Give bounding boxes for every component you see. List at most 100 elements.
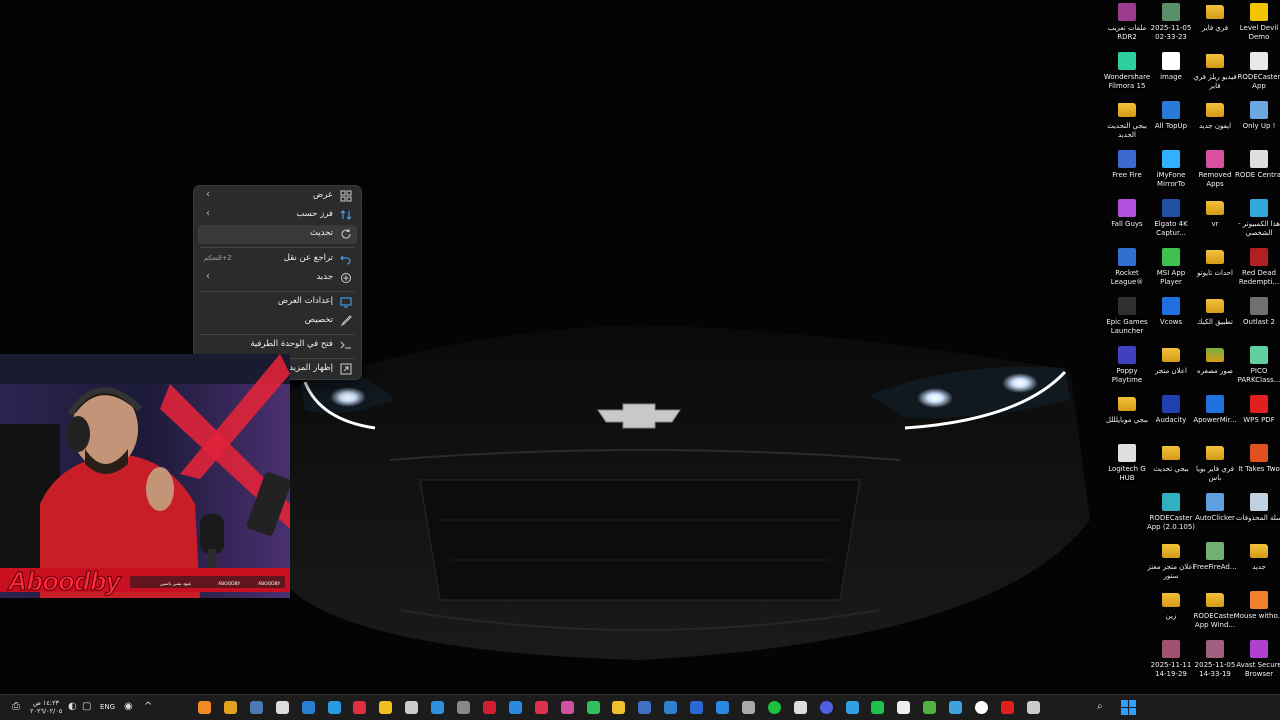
desktop-icon[interactable]: 2025-11-05 02-33-23 — [1148, 0, 1194, 48]
desktop-icon[interactable]: Rocket League® — [1104, 245, 1150, 293]
desktop-icon[interactable]: Poppy Playtime — [1104, 343, 1150, 391]
telegram-icon[interactable] — [845, 701, 859, 714]
desktop-icon[interactable]: فري فاير — [1192, 0, 1238, 48]
desktop-icon[interactable]: Free Fire — [1104, 147, 1150, 195]
desktop-icon[interactable]: Logitech G HUB — [1104, 441, 1150, 489]
steam-icon[interactable] — [249, 701, 263, 714]
menu-item-open-terminal[interactable]: فتح في الوحدة الطرفية — [198, 336, 357, 355]
desktop-icon[interactable]: It Takes Two — [1236, 441, 1280, 489]
desktop-icon[interactable]: RODECaster App (2.0.105) — [1147, 490, 1195, 538]
desktop-icon[interactable]: Avast Secure Browser — [1236, 637, 1280, 685]
start-windows-icon[interactable] — [1121, 700, 1136, 715]
opera-icon[interactable] — [1000, 701, 1014, 714]
tray-app-icon[interactable]: ◉ — [124, 701, 133, 713]
app-icon[interactable] — [923, 701, 937, 714]
app-icon[interactable] — [301, 701, 315, 714]
desktop-icon[interactable]: احداث تايوتو — [1192, 245, 1238, 293]
network-icon[interactable]: ⎙ — [12, 701, 20, 713]
desktop-icon[interactable]: AutoClicker — [1192, 490, 1238, 538]
desktop-icon[interactable]: RODE Central — [1235, 147, 1280, 195]
photoshop-icon[interactable] — [690, 701, 704, 714]
app-icon[interactable] — [897, 701, 911, 714]
desktop-icon[interactable]: MSI App Player — [1148, 245, 1194, 293]
menu-item-personalize[interactable]: تخصيص — [198, 312, 357, 331]
desktop-icon[interactable]: Mouse witho... — [1234, 588, 1280, 636]
menu-item-undo-move[interactable]: التحكم+Z تراجع عن نقل — [198, 250, 357, 269]
app-icon[interactable] — [198, 701, 211, 714]
app-icon[interactable] — [327, 701, 341, 714]
app-icon[interactable] — [586, 701, 600, 714]
desktop-icon[interactable]: vr — [1192, 196, 1238, 244]
desktop-icon[interactable]: Only Up ! — [1236, 98, 1280, 146]
notification-icon[interactable]: ▢ — [82, 701, 91, 713]
desktop-icon[interactable]: PICO PARKClass... — [1236, 343, 1280, 391]
desktop-icon[interactable]: RODECaster App Wind... — [1192, 588, 1238, 636]
discord-icon[interactable] — [819, 701, 833, 714]
desktop-icon[interactable]: Level Devil Demo — [1236, 0, 1280, 48]
menu-item-refresh[interactable]: تحديث — [198, 225, 357, 244]
clock[interactable]: ١٤:٢٣ ص ٢٠٢٦/٠٢/٠٥ — [30, 699, 62, 715]
desktop-icon[interactable]: image — [1148, 49, 1194, 97]
desktop-icon[interactable]: ApowerMir... — [1192, 392, 1238, 440]
chevron-up-icon[interactable]: ^ — [144, 701, 152, 713]
desktop-icon[interactable]: Red Dead Redempti... — [1236, 245, 1280, 293]
app-icon[interactable] — [534, 701, 548, 714]
desktop-icon[interactable]: فيديو ريلز فري فاير — [1192, 49, 1238, 97]
menu-item-new[interactable]: ‹ جديد — [198, 269, 357, 288]
desktop-icon[interactable]: ملفات تعريب RDR2 — [1104, 0, 1150, 48]
whatsapp-icon[interactable] — [871, 701, 885, 714]
desktop-icon[interactable]: RODECaster App — [1236, 49, 1280, 97]
desktop-icon[interactable]: WPS PDF — [1236, 392, 1280, 440]
app-icon[interactable] — [379, 701, 393, 714]
desktop-icon[interactable]: زين — [1148, 588, 1194, 636]
app-icon[interactable] — [275, 701, 289, 714]
desktop-icon[interactable]: Epic Games Launcher — [1104, 294, 1150, 342]
app-icon[interactable] — [716, 701, 729, 714]
settings-icon[interactable] — [457, 701, 470, 714]
app-icon[interactable] — [664, 701, 678, 714]
desktop-icon[interactable]: ببجي موبايلللل — [1104, 392, 1150, 440]
app-icon[interactable] — [638, 701, 652, 714]
volume-icon[interactable]: ◐ — [68, 701, 77, 713]
desktop-icon[interactable]: Audacity — [1148, 392, 1194, 440]
menu-item-display-settings[interactable]: إعدادات العرض — [198, 293, 357, 312]
desktop-icon[interactable]: Fall Guys — [1104, 196, 1150, 244]
desktop-icon[interactable]: سلة المحذوفات — [1236, 490, 1280, 538]
desktop-icon[interactable]: 2025-11-05 14-33-19 — [1192, 637, 1238, 685]
desktop-icon[interactable]: جديد — [1236, 539, 1280, 587]
desktop-icon[interactable]: هذا الكمبيوتر - الشخصي — [1236, 196, 1280, 244]
app-icon[interactable] — [741, 701, 755, 714]
chrome-icon[interactable] — [975, 701, 988, 714]
app-icon[interactable] — [949, 701, 963, 714]
desktop-icon[interactable]: 2025-11-11 14-19-29 — [1148, 637, 1194, 685]
app-icon[interactable] — [482, 701, 496, 714]
edge-icon[interactable] — [508, 701, 522, 714]
desktop-icon[interactable]: صور مصغره — [1192, 343, 1238, 391]
app-icon[interactable] — [223, 701, 237, 714]
desktop-icon[interactable]: Removed Apps — [1192, 147, 1238, 195]
menu-item-view[interactable]: ‹ عرض — [198, 187, 357, 206]
desktop-icon[interactable]: Elgato 4K Captur... — [1148, 196, 1194, 244]
app-icon[interactable] — [560, 701, 574, 714]
desktop-icon[interactable]: FreeFireAd... — [1192, 539, 1238, 587]
desktop-icon[interactable]: Vcows — [1148, 294, 1194, 342]
desktop-icon[interactable]: ببجي تحديث — [1148, 441, 1194, 489]
desktop-icon[interactable]: فري فاير يويا باس — [1192, 441, 1238, 489]
desktop-icon[interactable]: اعلان متجر معتز ستور — [1147, 539, 1195, 587]
app-icon[interactable] — [405, 701, 419, 714]
search-icon[interactable]: ⌕ — [1097, 701, 1103, 713]
desktop-icon[interactable]: تطبيق الكيك — [1192, 294, 1238, 342]
desktop-icon[interactable]: ايفون جديد — [1192, 98, 1238, 146]
desktop-icon[interactable]: Wondershare Filmora 15 — [1104, 49, 1150, 97]
app-icon[interactable] — [793, 701, 807, 714]
app-icon[interactable] — [1026, 701, 1040, 714]
desktop-icon[interactable]: ببجي التحديث الجديد — [1104, 98, 1150, 146]
desktop-icon[interactable]: Outlast 2 — [1236, 294, 1280, 342]
desktop-icon[interactable]: All TopUp — [1148, 98, 1194, 146]
app-icon[interactable] — [353, 701, 367, 714]
desktop-icon[interactable]: iMyFone MirrorTo — [1148, 147, 1194, 195]
desktop-icon[interactable]: اعلان متجر — [1148, 343, 1194, 391]
menu-item-sort-by[interactable]: ‹ فرز حسب — [198, 206, 357, 225]
file-explorer-icon[interactable] — [612, 701, 626, 714]
spotify-icon[interactable] — [767, 701, 781, 714]
